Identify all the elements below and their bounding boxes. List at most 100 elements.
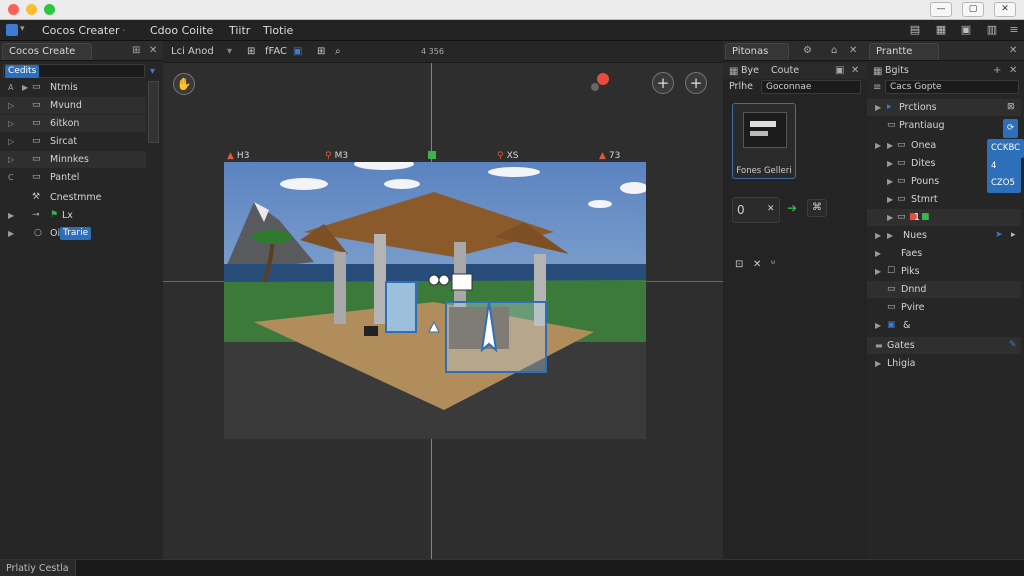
inspector-row[interactable]: ▭ Dnnd <box>867 281 1021 298</box>
edit-icon[interactable]: ✎ <box>1009 337 1017 354</box>
filter-icon[interactable]: ▾ <box>150 65 155 79</box>
window-titlebar: — ▢ ✕ <box>0 0 1024 20</box>
layers-icon[interactable]: ▦ <box>873 65 882 79</box>
inspector-row[interactable]: ▭ Prantiaug ⟳ <box>867 117 1021 138</box>
play-icon[interactable]: ▸ <box>1011 227 1016 244</box>
close-icon[interactable]: ✕ <box>994 2 1016 17</box>
filter-icon[interactable]: ≡ <box>873 81 881 95</box>
tab-subtab[interactable]: Bye <box>741 65 759 76</box>
add-icon[interactable]: + <box>993 64 1001 78</box>
close-icon[interactable]: ✕ <box>767 204 775 214</box>
game-viewport[interactable] <box>224 162 646 439</box>
inspector-row[interactable]: ▶ ☐ Piks <box>867 263 1021 280</box>
inspector-row[interactable]: ▶ ▭ Dites 4 CZO5 <box>867 155 1021 193</box>
gear-icon[interactable]: ⚙ <box>803 44 812 58</box>
inspector-row[interactable]: ▶ ▭ Stmrt <box>867 191 1021 208</box>
layers-icon[interactable]: ▥ <box>984 23 1000 37</box>
tree-row[interactable]: ▷ ▭ 6itkon <box>0 115 146 132</box>
selected-node-chip[interactable]: Trarie <box>60 227 92 240</box>
menu-item-2[interactable]: Tiitr <box>229 24 250 37</box>
tree-row[interactable]: ⚒ Cnestmme <box>0 189 146 206</box>
tab-inspector[interactable]: Prantte <box>869 43 939 60</box>
image-preview-icon <box>743 112 787 148</box>
select-tool-icon[interactable]: ▣ <box>293 45 302 59</box>
search-filter-chip[interactable]: Cedits <box>5 65 40 78</box>
zoom-icon[interactable]: ⌕ <box>335 45 341 59</box>
inspector-search-input[interactable]: Cacs Gopte <box>885 80 1019 94</box>
layout-icon[interactable]: ▣ <box>835 64 844 78</box>
tab-assets[interactable]: Pitonas <box>725 43 789 60</box>
layout-icon[interactable]: ▤ <box>907 23 923 37</box>
menu-item-1[interactable]: Cdoo Coiite <box>150 24 213 37</box>
chevron-down-icon[interactable]: ▾ <box>20 24 25 34</box>
add-icon[interactable]: + <box>685 72 707 94</box>
anchor-handle[interactable] <box>428 151 436 159</box>
inspector-row[interactable]: ▶ ▭ ■ ■ 1 <box>867 209 1021 226</box>
asset-thumbnail[interactable]: Fones Gelleri <box>732 103 796 179</box>
close-icon[interactable]: ✕ <box>1009 44 1017 58</box>
inspector-row[interactable]: ▶ ▭ Pouns <box>867 173 1021 190</box>
camera-icon[interactable] <box>591 83 599 91</box>
inspector-row[interactable]: ▶ Faes <box>867 245 1021 262</box>
inspector-row[interactable]: ▶ ▶ Nues ➤ ▸ <box>867 227 1021 244</box>
minimize-icon[interactable]: — <box>930 2 952 17</box>
assets-search-input[interactable]: Goconnae <box>761 80 861 94</box>
tree-row[interactable]: A ▶ ▭ Ntmis <box>0 79 146 96</box>
inspector-row[interactable]: ▶ ▣ & <box>867 317 1021 334</box>
tab-subtab[interactable]: Bgits <box>885 65 909 76</box>
property-field[interactable]: 0 ✕ <box>732 197 780 223</box>
tab-console[interactable]: Prlatiy Cestla <box>0 560 76 576</box>
tree-row[interactable]: ▶ ○ Oi Trarie <box>0 225 146 242</box>
move-tool-icon[interactable]: ⊞ <box>247 45 255 59</box>
close-icon[interactable]: ✕ <box>1009 64 1017 78</box>
pin-icon[interactable]: ⊞ <box>132 44 140 58</box>
maximize-window-button[interactable] <box>44 4 55 15</box>
checkbox-icon[interactable]: ☐ <box>887 263 895 280</box>
tree-row[interactable]: ▶ ⊸ ⚑ Lx <box>0 207 146 224</box>
inspector-section-header[interactable]: ▬ Gates ✎ <box>867 337 1021 354</box>
record-icon[interactable] <box>597 73 609 85</box>
tree-row[interactable]: C ▭ Pantel <box>0 169 146 186</box>
tab-hierarchy[interactable]: Cocos Create <box>2 43 92 60</box>
cursor-icon[interactable]: ➤ <box>995 227 1003 244</box>
grid-icon[interactable]: ▦ <box>933 23 949 37</box>
dropdown-icon[interactable]: ▾ <box>227 45 232 59</box>
layers-icon[interactable]: ▦ <box>729 65 738 79</box>
minimize-window-button[interactable] <box>26 4 37 15</box>
tree-row[interactable]: ▷ ▭ Sircat <box>0 133 146 150</box>
inspector-row[interactable]: ▶ ▸ Prctions ⊠ <box>867 99 1021 116</box>
app-logo-icon[interactable] <box>6 24 18 36</box>
hand-tool-icon[interactable]: ✋ <box>173 73 195 95</box>
tree-row[interactable]: ▷ ▭ Minnkes <box>0 151 146 168</box>
close-window-button[interactable] <box>8 4 19 15</box>
close-icon[interactable]: ✕ <box>149 44 157 58</box>
tree-row[interactable]: ▷ ▭ Mvund <box>0 97 146 114</box>
close-icon[interactable]: ✕ <box>851 64 859 78</box>
text-icon[interactable]: ᵘ <box>771 259 775 270</box>
inspector-row[interactable]: ▶ Lhigia <box>867 355 1021 372</box>
thumbnail-label: Fones Gelleri <box>736 166 792 176</box>
hamburger-menu-icon[interactable]: ≡ <box>1006 23 1022 37</box>
inspector-row[interactable]: ▶ ▶ ▭ Onea CCKBC <box>867 137 1024 158</box>
component-icon: ▸ <box>887 102 892 112</box>
hierarchy-scrollbar[interactable] <box>148 81 159 143</box>
menu-app-name[interactable]: Cocos Creater <box>42 24 120 37</box>
grid-tool-icon[interactable]: ⊞ <box>317 45 325 59</box>
toolbar-label[interactable]: fFAC <box>265 45 287 59</box>
home-icon[interactable]: ⌂ <box>831 44 837 58</box>
add-icon[interactable]: + <box>652 72 674 94</box>
folder-icon: ▭ <box>897 140 906 150</box>
close-icon[interactable]: ✕ <box>753 259 761 270</box>
restore-icon[interactable]: ▢ <box>962 2 984 17</box>
window-icon[interactable]: ▣ <box>958 23 974 37</box>
close-icon[interactable]: ✕ <box>849 44 857 58</box>
toggle-badge[interactable]: ⟳ <box>1003 119 1019 138</box>
menu-item-3[interactable]: Tiotie <box>263 24 293 37</box>
link-icon[interactable]: ⌘ <box>807 199 827 217</box>
tab-subtab[interactable]: Coute <box>771 65 799 76</box>
inspector-row[interactable]: ▭ Pvire <box>867 299 1021 316</box>
play-icon[interactable]: ➔ <box>787 201 797 215</box>
close-icon[interactable]: ⊠ <box>1007 99 1015 116</box>
frame-icon[interactable]: ⊡ <box>735 259 743 270</box>
tab-scene[interactable]: Lci Anod <box>171 45 214 59</box>
